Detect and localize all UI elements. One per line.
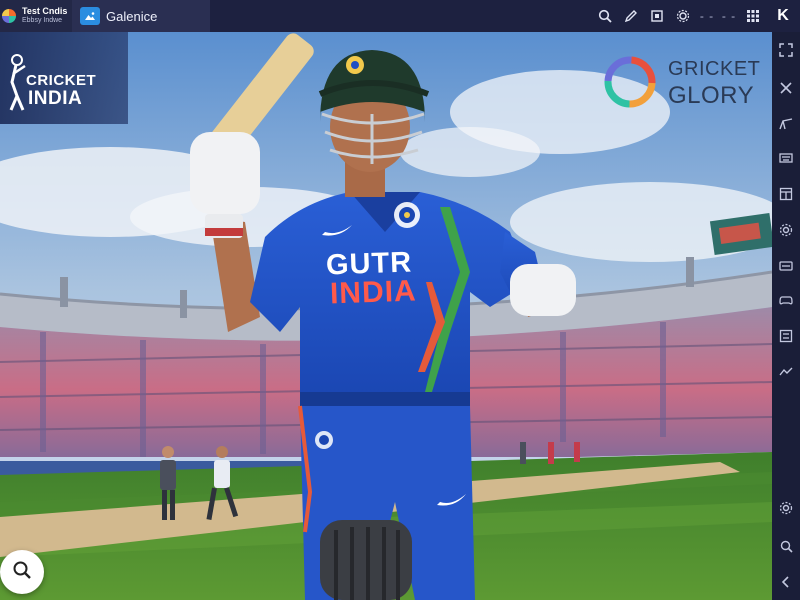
gesture-icon[interactable]: [772, 360, 800, 384]
tab-subtitle: Ebbsy Indwe: [22, 17, 63, 24]
keyboard-alt-icon[interactable]: [772, 254, 800, 278]
search-icon: [12, 560, 32, 585]
batting-pad: [320, 520, 412, 600]
grid-icon[interactable]: [740, 0, 766, 32]
jersey-text-india: INDIA: [329, 274, 418, 311]
window-title-bar: Test Cndis Ebbsy Indwe Galenice - - - -: [0, 0, 800, 32]
logo-line-cricket: CRICKET: [26, 72, 97, 89]
gamepad-icon[interactable]: [772, 288, 800, 312]
gear-icon[interactable]: [772, 218, 800, 242]
more-dashes-icon[interactable]: - -: [696, 0, 718, 32]
settings-icon[interactable]: [670, 0, 696, 32]
more-dashes-icon[interactable]: - -: [718, 0, 740, 32]
batting-glove-right: [510, 264, 576, 316]
tab-cricket-text: Test Cndis Ebbsy Indwe: [22, 7, 67, 25]
gear-small-icon[interactable]: [772, 496, 800, 520]
tab-title: Test Cndis: [22, 6, 68, 16]
search-icon[interactable]: [592, 0, 618, 32]
close-icon[interactable]: [772, 76, 800, 100]
emulator-sidebar: [772, 32, 800, 600]
cricket-india-logo: CRICKET INDIA: [0, 32, 128, 124]
search-icon[interactable]: [772, 534, 800, 558]
window-toolbar: - - - - K: [592, 0, 800, 32]
cricket-glory-logo-line2: GLORY: [668, 82, 755, 109]
edit-icon[interactable]: [772, 112, 800, 136]
expand-icon[interactable]: [772, 38, 800, 62]
game-viewport[interactable]: CRICKET INDIA GRICKET GLORY GUTR INDIA: [0, 32, 772, 600]
keymap-icon[interactable]: [772, 324, 800, 348]
back-icon[interactable]: [772, 570, 800, 594]
keyboard-icon[interactable]: [772, 146, 800, 170]
logo-line-india: INDIA: [28, 88, 83, 109]
window-menu-button[interactable]: K: [766, 0, 800, 32]
floating-search-button[interactable]: [0, 550, 44, 594]
pen-icon[interactable]: [618, 0, 644, 32]
cricket-glory-logo-line1: GRICKET: [668, 58, 761, 80]
frame-icon[interactable]: [644, 0, 670, 32]
tab-cricket-game[interactable]: Test Cndis Ebbsy Indwe: [0, 0, 72, 32]
gallery-app-icon: [80, 7, 100, 25]
cricket-logo-icon: [2, 9, 16, 23]
tab-gallery[interactable]: Galenice: [72, 0, 210, 32]
window-icon[interactable]: [772, 182, 800, 206]
tab-label: Galenice: [106, 8, 158, 24]
